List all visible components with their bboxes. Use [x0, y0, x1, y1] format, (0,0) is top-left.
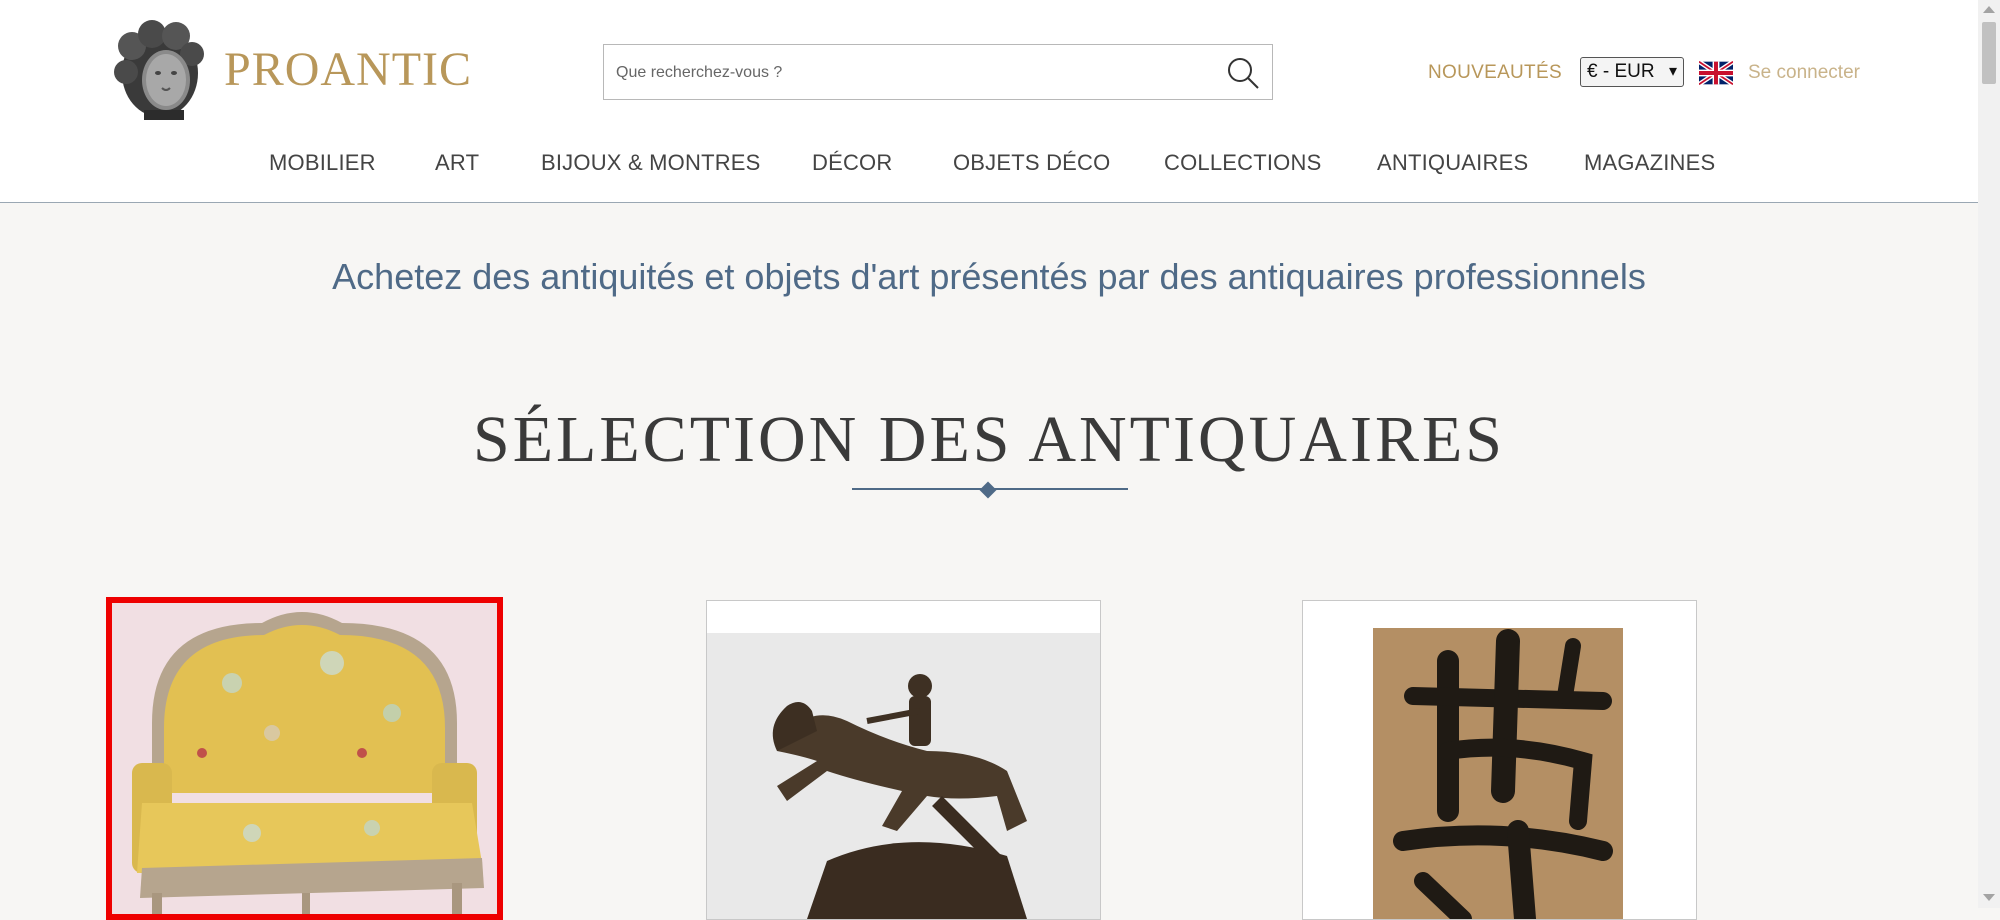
- scrollbar[interactable]: [1978, 0, 2000, 908]
- uk-flag-icon[interactable]: [1697, 59, 1735, 87]
- calligraphy-image: [1303, 601, 1696, 919]
- nav-item-mobilier[interactable]: MOBILIER: [269, 150, 376, 176]
- nav-item-collections[interactable]: COLLECTIONS: [1164, 150, 1321, 176]
- scroll-down-arrow-icon[interactable]: [1983, 894, 1995, 901]
- chevron-down-icon: ▾: [1668, 63, 1677, 80]
- tagline: Achetez des antiquités et objets d'art p…: [332, 256, 1646, 297]
- sculpture-image: [707, 601, 1100, 919]
- product-card-settee[interactable]: [106, 597, 503, 920]
- nav-item-bijoux-montres[interactable]: BIJOUX & MONTRES: [541, 150, 761, 176]
- nav-item-objets-deco[interactable]: OBJETS DÉCO: [953, 150, 1110, 176]
- search-box: [603, 44, 1273, 101]
- section-title: SÉLECTION DES ANTIQUAIRES: [473, 403, 1505, 476]
- search-input[interactable]: [614, 45, 1198, 101]
- logo-head-icon[interactable]: [110, 18, 210, 122]
- currency-select[interactable]: € - EUR ▾: [1580, 57, 1684, 87]
- nav-item-magazines[interactable]: MAGAZINES: [1584, 150, 1715, 176]
- currency-value: € - EUR: [1587, 61, 1655, 82]
- site-header: PROANTIC NOUVEAUTÉS € - EUR ▾ Se connect…: [0, 0, 1978, 203]
- nouveautes-link[interactable]: NOUVEAUTÉS: [1428, 62, 1562, 84]
- search-icon[interactable]: [1226, 56, 1260, 90]
- settee-image: [112, 603, 497, 914]
- login-link[interactable]: Se connecter: [1748, 62, 1860, 84]
- logo-text[interactable]: PROANTIC: [224, 42, 472, 97]
- nav-item-art[interactable]: ART: [435, 150, 479, 176]
- diamond-icon: [979, 481, 997, 499]
- nav-item-antiquaires[interactable]: ANTIQUAIRES: [1377, 150, 1528, 176]
- scroll-up-arrow-icon[interactable]: [1983, 6, 1995, 13]
- nav-item-decor[interactable]: DÉCOR: [812, 150, 892, 176]
- scroll-thumb[interactable]: [1982, 22, 1996, 84]
- product-card-sculpture[interactable]: [706, 600, 1101, 920]
- product-card-calligraphy[interactable]: [1302, 600, 1697, 920]
- main-nav: MOBILIER ART BIJOUX & MONTRES DÉCOR OBJE…: [0, 150, 1978, 180]
